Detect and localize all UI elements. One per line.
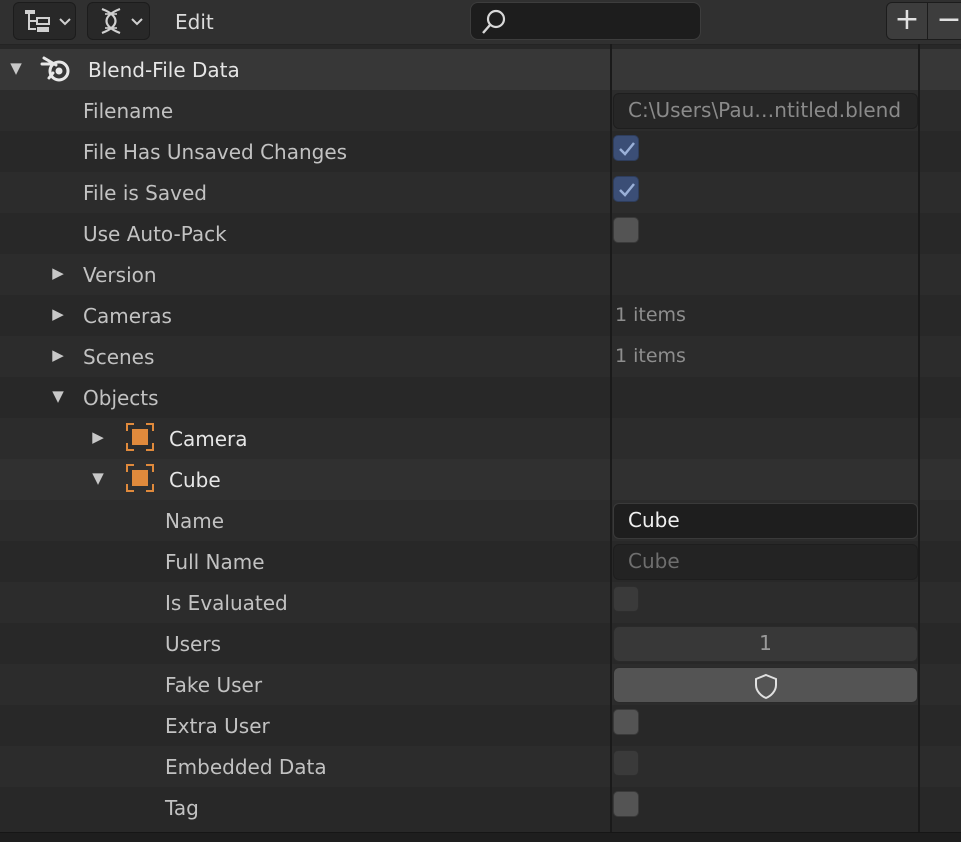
- outliner-tree-icon: [25, 10, 50, 32]
- blender-logo-icon: [40, 56, 70, 82]
- dna-filter-icon: [101, 7, 121, 35]
- embedded-data-checkbox[interactable]: [613, 750, 639, 776]
- full-name-field[interactable]: Cube: [613, 544, 918, 580]
- value-cell: [613, 172, 919, 213]
- tag-checkbox[interactable]: [613, 791, 639, 817]
- expand-down-icon[interactable]: ▼: [90, 469, 106, 487]
- search-icon: [482, 9, 506, 34]
- value-cell: [613, 787, 919, 828]
- tree-row-unsaved-changes[interactable]: File Has Unsaved Changes: [0, 131, 961, 172]
- tree-row-fake-user[interactable]: Fake User: [0, 664, 961, 705]
- outliner-tree: ▼ Blend-File Data Filename C:\Users\Pau……: [0, 49, 961, 828]
- chevron-down-icon: [131, 18, 143, 26]
- property-label: Full Name: [165, 550, 265, 574]
- display-mode-dropdown[interactable]: [13, 2, 76, 40]
- unsaved-checkbox[interactable]: [613, 135, 639, 161]
- object-icon: [126, 423, 154, 451]
- tree-row-file-saved[interactable]: File is Saved: [0, 172, 961, 213]
- property-label: Use Auto-Pack: [83, 222, 227, 246]
- tree-row-filename[interactable]: Filename C:\Users\Pau…ntitled.blend: [0, 90, 961, 131]
- value-cell: [613, 664, 919, 705]
- property-label: Fake User: [165, 673, 263, 697]
- outliner-header: Edit + −: [0, 0, 961, 45]
- filename-field[interactable]: C:\Users\Pau…ntitled.blend: [613, 93, 918, 129]
- chevron-down-icon: [59, 18, 71, 26]
- checkmark-icon: [619, 142, 635, 156]
- tree-row-scenes[interactable]: ▶ Scenes 1 items: [0, 336, 961, 377]
- expand-right-icon[interactable]: ▶: [50, 305, 66, 323]
- expand-down-icon[interactable]: ▼: [50, 387, 66, 405]
- property-label: Extra User: [165, 714, 270, 738]
- tree-row-camera-object[interactable]: ▶ Camera: [0, 418, 961, 459]
- property-label: Filename: [83, 99, 174, 123]
- column-divider[interactable]: [610, 44, 612, 832]
- property-label: Tag: [165, 796, 199, 820]
- tree-row-embedded-data[interactable]: Embedded Data: [0, 746, 961, 787]
- tree-row-tag[interactable]: Tag: [0, 787, 961, 828]
- extra-user-checkbox[interactable]: [613, 709, 639, 735]
- property-label: Is Evaluated: [165, 591, 288, 615]
- tree-label: Version: [83, 263, 157, 287]
- value-cell: 1 items: [613, 336, 919, 377]
- tree-label: Scenes: [83, 345, 155, 369]
- tree-row-extra-user[interactable]: Extra User: [0, 705, 961, 746]
- expand-right-icon[interactable]: ▶: [50, 264, 66, 282]
- tree-row-users[interactable]: Users 1: [0, 623, 961, 664]
- auto-pack-checkbox[interactable]: [613, 217, 639, 243]
- tree-row-is-evaluated[interactable]: Is Evaluated: [0, 582, 961, 623]
- tree-row-auto-pack[interactable]: Use Auto-Pack: [0, 213, 961, 254]
- value-cell: [613, 705, 919, 746]
- saved-checkbox[interactable]: [613, 176, 639, 202]
- tree-row-version[interactable]: ▶ Version: [0, 254, 961, 295]
- value-cell: [613, 131, 919, 172]
- value-cell: C:\Users\Pau…ntitled.blend: [613, 90, 919, 131]
- mode-label[interactable]: Edit: [175, 10, 214, 34]
- users-field[interactable]: 1: [613, 626, 918, 662]
- property-label: Embedded Data: [165, 755, 327, 779]
- object-icon: [126, 464, 154, 492]
- name-field[interactable]: Cube: [613, 503, 918, 539]
- tree-label: Cube: [169, 468, 221, 492]
- shield-icon: [755, 673, 777, 700]
- tree-row-cameras[interactable]: ▶ Cameras 1 items: [0, 295, 961, 336]
- add-button[interactable]: +: [887, 3, 927, 39]
- tree-row-cube-object[interactable]: ▼ Cube: [0, 459, 961, 500]
- fake-user-button[interactable]: [613, 667, 918, 703]
- tree-row-name[interactable]: Name Cube: [0, 500, 961, 541]
- is-evaluated-checkbox[interactable]: [613, 586, 639, 612]
- value-cell: [613, 213, 919, 254]
- tree-label: Objects: [83, 386, 159, 410]
- property-label: File is Saved: [83, 181, 207, 205]
- value-cell: 1 items: [613, 295, 919, 336]
- filter-dropdown[interactable]: [87, 2, 150, 40]
- tree-row-objects[interactable]: ▼ Objects: [0, 377, 961, 418]
- divider: [927, 3, 928, 39]
- tree-label: Cameras: [83, 304, 172, 328]
- checkmark-icon: [619, 183, 635, 197]
- tree-row-blend-file-data[interactable]: ▼ Blend-File Data: [0, 49, 961, 90]
- column-divider[interactable]: [918, 44, 920, 832]
- expand-right-icon[interactable]: ▶: [50, 346, 66, 364]
- value-cell: Cube: [613, 541, 919, 582]
- expand-right-icon[interactable]: ▶: [90, 428, 106, 446]
- value-cell: [613, 582, 919, 623]
- expand-down-icon[interactable]: ▼: [8, 59, 24, 77]
- value-cell: Cube: [613, 500, 919, 541]
- search-field[interactable]: [470, 2, 701, 40]
- value-cell: [613, 746, 919, 787]
- item-count: 1 items: [615, 345, 686, 367]
- value-cell: 1: [613, 623, 919, 664]
- property-label: Users: [165, 632, 222, 656]
- search-input[interactable]: [515, 8, 695, 36]
- property-label: Name: [165, 509, 225, 533]
- remove-button[interactable]: −: [929, 3, 961, 39]
- item-count: 1 items: [615, 304, 686, 326]
- tree-label: Camera: [169, 427, 248, 451]
- property-label: File Has Unsaved Changes: [83, 140, 348, 164]
- tree-label: Blend-File Data: [88, 58, 240, 82]
- tree-row-full-name[interactable]: Full Name Cube: [0, 541, 961, 582]
- add-remove-group: + −: [886, 2, 961, 40]
